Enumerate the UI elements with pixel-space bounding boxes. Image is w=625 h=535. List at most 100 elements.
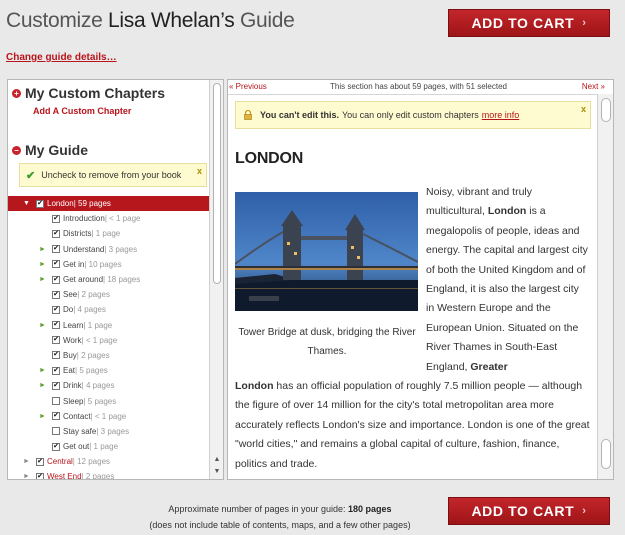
tree-item-label[interactable]: Learn (63, 321, 83, 330)
include-checkbox[interactable]: ✔ (52, 412, 60, 421)
tree-item-buy[interactable]: ✔ Buy | 2 pages (8, 348, 209, 363)
scroll-up-icon[interactable]: ▲ (210, 454, 223, 466)
triangle-right-icon[interactable]: ► (39, 261, 46, 268)
tree-item-london[interactable]: ▼ ✔ London | 59 pages (8, 196, 209, 212)
tree-item-stay-safe[interactable]: Stay safe | 3 pages (8, 424, 209, 439)
tree-item-label[interactable]: Districts (63, 229, 91, 238)
tree-item-page-count: | 2 pages (76, 350, 110, 360)
my-guide-heading: − My Guide (12, 142, 88, 158)
tree-item-page-count: | 59 pages (73, 199, 111, 209)
right-scrollbar-lower-thumb[interactable] (601, 439, 611, 469)
close-icon[interactable]: x (197, 166, 202, 176)
p2-bold-london: London (235, 380, 274, 392)
close-icon[interactable]: x (581, 104, 586, 114)
tree-item-label[interactable]: Stay safe (63, 427, 96, 436)
include-checkbox[interactable] (52, 427, 60, 436)
article-paragraph-part2: London has an official population of rou… (235, 377, 592, 474)
tree-item-page-count: | 1 page (91, 229, 121, 239)
left-scrollbar-thumb[interactable] (213, 83, 221, 284)
tree-item-label[interactable]: Understand (63, 245, 104, 254)
tree-item-label[interactable]: Contact (63, 412, 91, 421)
include-checkbox[interactable]: ✔ (52, 260, 60, 269)
left-scrollbar[interactable]: ▲ ▼ (209, 80, 223, 479)
include-checkbox[interactable]: ✔ (36, 472, 44, 479)
tree-item-label[interactable]: Get out (63, 442, 89, 451)
include-checkbox[interactable]: ✔ (52, 275, 60, 284)
tree-item-label[interactable]: Eat (63, 366, 75, 375)
cant-edit-text: You can only edit custom chapters (341, 110, 479, 120)
triangle-right-icon[interactable]: ► (23, 458, 30, 465)
chapter-tree-content: + My Custom Chapters Add A Custom Chapte… (8, 80, 209, 479)
include-checkbox[interactable]: ✔ (52, 381, 60, 390)
more-info-link[interactable]: more info (482, 110, 520, 120)
tree-item-label[interactable]: Introduction (63, 214, 105, 223)
triangle-right-icon[interactable]: ► (39, 276, 46, 283)
tree-item-learn[interactable]: ► ✔ Learn | 1 page (8, 318, 209, 333)
add-custom-chapter-link[interactable]: Add A Custom Chapter (33, 106, 131, 116)
tree-item-work[interactable]: ✔ Work | < 1 page (8, 333, 209, 348)
tree-item-west-end[interactable]: ► ✔ West End | 2 pages (8, 469, 209, 479)
include-checkbox[interactable]: ✔ (52, 336, 60, 345)
triangle-right-icon[interactable]: ► (39, 367, 46, 374)
tree-item-see[interactable]: ✔ See | 2 pages (8, 287, 209, 302)
include-checkbox[interactable]: ✔ (52, 321, 60, 330)
include-checkbox[interactable]: ✔ (36, 199, 44, 208)
triangle-right-icon[interactable]: ► (39, 322, 46, 329)
tree-item-label[interactable]: Work (63, 336, 82, 345)
tree-item-label[interactable]: See (63, 290, 77, 299)
tree-item-label[interactable]: Do (63, 305, 73, 314)
add-to-cart-label: ADD TO CART (471, 15, 575, 31)
tree-item-introduction[interactable]: ✔ Introduction | < 1 page (8, 211, 209, 226)
include-checkbox[interactable]: ✔ (36, 457, 44, 466)
include-checkbox[interactable]: ✔ (52, 245, 60, 254)
add-to-cart-button-bottom[interactable]: ADD TO CART › (448, 497, 610, 525)
add-to-cart-button[interactable]: ADD TO CART › (448, 9, 610, 37)
include-checkbox[interactable]: ✔ (52, 229, 60, 238)
triangle-down-icon[interactable]: ▼ (23, 200, 30, 207)
tree-item-label[interactable]: Sleep (63, 397, 83, 406)
tree-item-label[interactable]: Central (47, 457, 73, 466)
tree-item-eat[interactable]: ► ✔ Eat | 5 pages (8, 363, 209, 378)
tree-item-contact[interactable]: ► ✔ Contact | < 1 page (8, 409, 209, 424)
include-checkbox[interactable]: ✔ (52, 351, 60, 360)
include-checkbox[interactable]: ✔ (52, 214, 60, 223)
plus-circle-icon[interactable]: + (12, 88, 21, 98)
triangle-right-icon[interactable]: ► (39, 413, 46, 420)
tree-item-label[interactable]: West End (47, 472, 82, 479)
scroll-down-icon[interactable]: ▼ (210, 466, 223, 478)
include-checkbox[interactable] (52, 397, 60, 406)
tree-item-get-out[interactable]: ✔ Get out | 1 page (8, 439, 209, 454)
tree-item-page-count: | 4 pages (73, 305, 107, 315)
tree-item-page-count: | 1 page (83, 320, 113, 330)
tree-item-central[interactable]: ► ✔ Central | 12 pages (8, 454, 209, 469)
tree-item-do[interactable]: ✔ Do | 4 pages (8, 302, 209, 317)
triangle-right-icon[interactable]: ► (23, 473, 30, 479)
tree-item-label[interactable]: Drink (63, 381, 82, 390)
next-link[interactable]: Next » (582, 82, 605, 91)
include-checkbox[interactable]: ✔ (52, 290, 60, 299)
p1-text-c: is a megalopolis of people, ideas and en… (426, 205, 588, 373)
tree-item-sleep[interactable]: Sleep | 5 pages (8, 393, 209, 408)
pages-disclaimer: (does not include table of contents, map… (149, 520, 411, 530)
previous-link[interactable]: « Previous (229, 82, 267, 91)
guide-tree: ▼ ✔ London | 59 pages ✔ Introduction | < 1 p… (8, 196, 209, 479)
tree-item-get-in[interactable]: ► ✔ Get in | 10 pages (8, 257, 209, 272)
article-paragraph-part1: Noisy, vibrant and truly multicultural, … (426, 183, 588, 377)
tree-item-label[interactable]: Get in (63, 260, 84, 269)
triangle-right-icon[interactable]: ► (39, 382, 46, 389)
right-scrollbar-thumb[interactable] (601, 98, 611, 122)
tree-item-label[interactable]: Buy (63, 351, 77, 360)
tree-item-drink[interactable]: ► ✔ Drink | 4 pages (8, 378, 209, 393)
tree-item-get-around[interactable]: ► ✔ Get around | 18 pages (8, 272, 209, 287)
include-checkbox[interactable]: ✔ (52, 442, 60, 451)
tree-item-label[interactable]: London (47, 199, 74, 208)
right-scrollbar[interactable] (597, 94, 613, 479)
triangle-right-icon[interactable]: ► (39, 246, 46, 253)
include-checkbox[interactable]: ✔ (52, 305, 60, 314)
minus-circle-icon[interactable]: − (12, 145, 21, 155)
include-checkbox[interactable]: ✔ (52, 366, 60, 375)
change-guide-details-link[interactable]: Change guide details… (6, 52, 117, 63)
tree-item-label[interactable]: Get around (63, 275, 103, 284)
tree-item-districts[interactable]: ✔ Districts | 1 page (8, 226, 209, 241)
tree-item-understand[interactable]: ► ✔ Understand | 3 pages (8, 242, 209, 257)
